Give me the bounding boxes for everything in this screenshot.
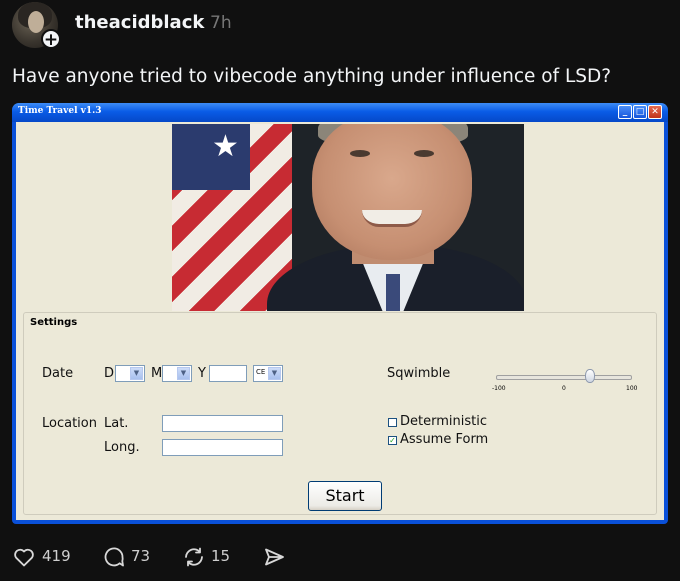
- sqwimble-slider-thumb[interactable]: [584, 369, 595, 383]
- latitude-label: Lat.: [104, 416, 129, 431]
- month-select[interactable]: ▼: [162, 365, 192, 382]
- portrait-photo: ★: [172, 124, 524, 311]
- star-icon: ★: [212, 129, 239, 164]
- latitude-input[interactable]: [162, 415, 283, 432]
- smile: [362, 210, 422, 227]
- face: [312, 124, 472, 260]
- month-label: M: [151, 366, 163, 381]
- close-button[interactable]: ✕: [648, 105, 662, 119]
- send-icon: [265, 548, 284, 566]
- sqwimble-slider-track[interactable]: [496, 375, 632, 380]
- longitude-input[interactable]: [162, 439, 283, 456]
- window-client: ★ Settings Date D ▼ M ▼ Y CE ▼ Location …: [16, 122, 664, 520]
- window-titlebar[interactable]: Time Travel v1.3 _ □ ✕: [12, 103, 668, 122]
- start-button[interactable]: Start: [308, 481, 382, 511]
- year-label: Y: [198, 366, 206, 381]
- slider-max-label: 100: [626, 385, 638, 392]
- maximize-button[interactable]: □: [633, 105, 647, 119]
- post-header: + theacidblack 7h: [12, 2, 672, 50]
- minimize-button[interactable]: _: [618, 105, 632, 119]
- post-actions: 419 73 15: [12, 543, 312, 571]
- right-eye: [414, 150, 434, 157]
- settings-group: Settings Date D ▼ M ▼ Y CE ▼ Location La…: [23, 312, 657, 515]
- username[interactable]: theacidblack: [75, 12, 204, 33]
- year-input[interactable]: [209, 365, 247, 382]
- day-select[interactable]: ▼: [115, 365, 145, 382]
- flag-canton: ★: [172, 124, 250, 190]
- reply-count: 73: [131, 547, 151, 565]
- deterministic-checkbox[interactable]: [388, 418, 397, 427]
- date-label: Date: [42, 366, 74, 381]
- repost-icon: [185, 547, 203, 567]
- post-time: 7h: [210, 13, 232, 33]
- era-select[interactable]: CE ▼: [253, 365, 283, 382]
- window-title: Time Travel v1.3: [18, 106, 102, 116]
- tie: [386, 274, 400, 311]
- avatar-face: [28, 11, 44, 33]
- comment-icon: [104, 547, 124, 567]
- like-count: 419: [42, 547, 71, 565]
- location-label: Location: [42, 416, 97, 431]
- chevron-down-icon: ▼: [268, 367, 281, 380]
- slider-min-label: -100: [492, 385, 506, 392]
- sqwimble-label: Sqwimble: [387, 366, 451, 381]
- slider-mid-label: 0: [562, 385, 566, 392]
- longitude-label: Long.: [104, 440, 140, 455]
- left-eye: [350, 150, 370, 157]
- deterministic-label[interactable]: Deterministic: [400, 414, 487, 429]
- post-text: Have anyone tried to vibecode anything u…: [12, 66, 612, 87]
- day-label: D: [104, 366, 115, 381]
- heart-icon: [14, 548, 34, 567]
- app-window: Time Travel v1.3 _ □ ✕ ★ Settings Date D: [12, 103, 668, 524]
- chevron-down-icon: ▼: [177, 367, 190, 380]
- chevron-down-icon: ▼: [130, 367, 143, 380]
- follow-plus-icon[interactable]: +: [41, 29, 61, 50]
- assume-form-checkbox[interactable]: ✓: [388, 436, 397, 445]
- assume-form-label[interactable]: Assume Form: [400, 432, 488, 447]
- settings-legend: Settings: [30, 317, 78, 328]
- repost-count: 15: [211, 547, 231, 565]
